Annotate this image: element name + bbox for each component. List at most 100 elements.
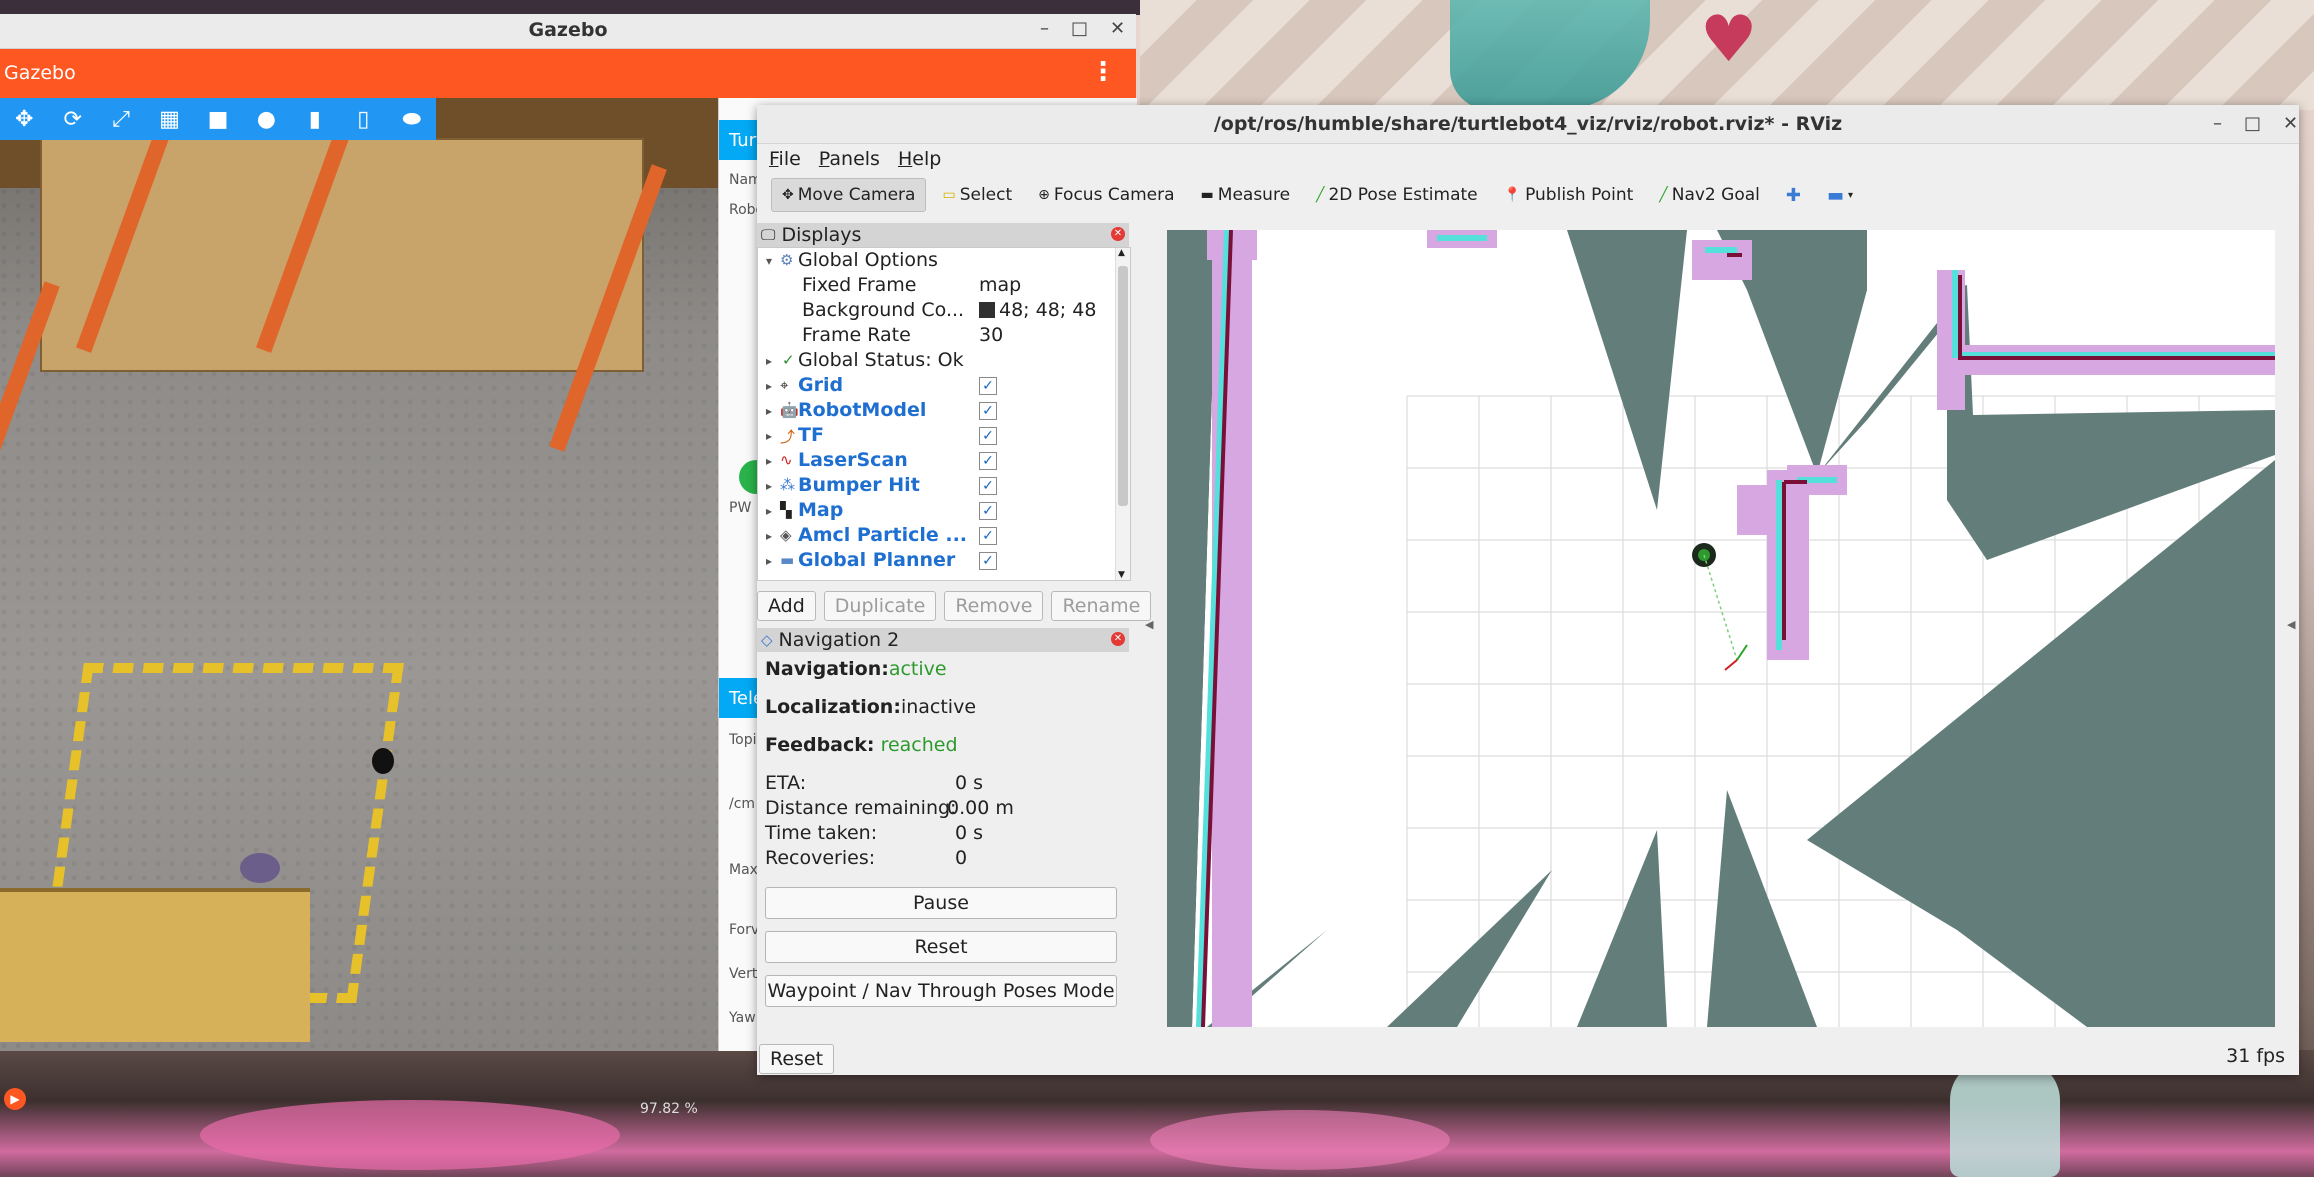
expand-arrow-icon[interactable]: ▸: [766, 529, 772, 543]
rviz-titlebar[interactable]: /opt/ros/humble/share/turtlebot4_viz/rvi…: [757, 105, 2299, 144]
robot-model-icon: 🤖: [780, 401, 799, 419]
display-checkbox[interactable]: ✓: [979, 477, 997, 495]
scale-icon[interactable]: ⤢: [97, 98, 145, 140]
close-icon[interactable]: ✕: [1110, 18, 1125, 39]
tree-row-frame-rate[interactable]: Frame Rate 30: [758, 324, 1118, 349]
tool-select[interactable]: ▭ Select: [932, 179, 1022, 211]
tool-2d-pose-estimate[interactable]: ╱ 2D Pose Estimate: [1306, 179, 1488, 211]
tree-row-background-color[interactable]: Background Co... 48; 48; 48: [758, 299, 1118, 324]
display-checkbox[interactable]: ✓: [979, 552, 997, 570]
expand-arrow-icon[interactable]: ▸: [766, 504, 772, 518]
expand-arrow-icon[interactable]: ▸: [766, 379, 772, 393]
expand-arrow-icon[interactable]: ▸: [766, 404, 772, 418]
remove-tool-button[interactable]: ▬ ▾: [1817, 179, 1863, 212]
tree-row-tf[interactable]: ▸ ⤴ TF ✓: [758, 424, 1118, 449]
maximize-icon[interactable]: □: [1071, 18, 1088, 39]
reset-button[interactable]: Reset: [759, 1044, 835, 1074]
displays-scrollbar[interactable]: ▲ ▼: [1115, 248, 1130, 580]
minimize-icon[interactable]: –: [1040, 18, 1049, 39]
monitor-icon: 🖵: [761, 226, 776, 244]
add-tool-button[interactable]: ✚: [1776, 179, 1811, 212]
maximize-icon[interactable]: □: [2244, 113, 2261, 134]
tree-row-grid[interactable]: ▸ ⌖ Grid ✓: [758, 374, 1118, 399]
display-checkbox[interactable]: ✓: [979, 377, 997, 395]
tool-focus-camera[interactable]: ⊕ Focus Camera: [1028, 179, 1184, 211]
sphere-icon[interactable]: ●: [242, 98, 290, 140]
grid-icon[interactable]: ▦: [145, 98, 193, 140]
focus-camera-icon: ⊕: [1038, 187, 1050, 203]
cylinder-icon[interactable]: ▮: [291, 98, 339, 140]
box-icon[interactable]: ■: [194, 98, 242, 140]
scroll-down-icon[interactable]: ▼: [1118, 570, 1125, 580]
waypoint-mode-button[interactable]: Waypoint / Nav Through Poses Mode: [765, 975, 1117, 1007]
tree-row-robot-model[interactable]: ▸ 🤖 RobotModel ✓: [758, 399, 1118, 424]
expand-arrow-icon[interactable]: ▸: [766, 354, 772, 368]
translate-icon[interactable]: ✥: [0, 98, 48, 140]
reset-nav-button[interactable]: Reset: [765, 931, 1117, 963]
menu-help[interactable]: Help: [898, 148, 941, 170]
property-value[interactable]: map: [979, 274, 1021, 296]
tf-icon: ⤴: [780, 428, 796, 446]
status-value: active: [888, 658, 947, 680]
tool-publish-point[interactable]: 📍 Publish Point: [1494, 179, 1644, 211]
menu-panels[interactable]: Panels: [819, 148, 880, 170]
turtlebot-model[interactable]: [240, 853, 280, 883]
duplicate-button[interactable]: Duplicate: [823, 591, 937, 621]
expand-arrow-icon[interactable]: ▸: [766, 454, 772, 468]
collapse-arrow-icon[interactable]: ▾: [766, 254, 772, 268]
display-checkbox[interactable]: ✓: [979, 427, 997, 445]
tree-row-global-status[interactable]: ▸ ✓ Global Status: Ok: [758, 349, 1118, 374]
scroll-up-icon[interactable]: ▲: [1118, 248, 1125, 258]
move-camera-icon: ✥: [782, 187, 794, 203]
gazebo-titlebar[interactable]: Gazebo – □ ✕: [0, 14, 1136, 49]
scrollbar-thumb[interactable]: [1118, 266, 1128, 506]
localization-status: Localization:inactive: [765, 696, 976, 718]
more-menu-icon[interactable]: ⋮: [1090, 57, 1116, 87]
menu-bar: File Panels Help: [757, 144, 2299, 174]
ellipsoid-icon[interactable]: ⬬: [388, 98, 436, 140]
menu-file[interactable]: File: [769, 148, 801, 170]
shelf-beam: [0, 281, 60, 475]
display-label: LaserScan: [798, 449, 908, 471]
expand-arrow-icon[interactable]: ▸: [766, 429, 772, 443]
close-icon[interactable]: ✕: [2283, 113, 2298, 134]
tool-measure[interactable]: ▬ Measure: [1191, 179, 1300, 211]
tree-row-laser-scan[interactable]: ▸ ∿ LaserScan ✓: [758, 449, 1118, 474]
gazebo-3d-scene[interactable]: ▶ 97.82 %: [0, 98, 718, 1117]
expand-arrow-icon[interactable]: ▸: [766, 554, 772, 568]
play-icon[interactable]: ▶: [4, 1088, 26, 1110]
tool-move-camera[interactable]: ✥ Move Camera: [771, 178, 927, 212]
tree-row-global-options[interactable]: ▾ ⚙ Global Options: [758, 249, 1118, 274]
displays-tree[interactable]: ▾ ⚙ Global Options Fixed Frame map Backg…: [757, 247, 1131, 581]
rename-button[interactable]: Rename: [1051, 591, 1152, 621]
display-checkbox[interactable]: ✓: [979, 452, 997, 470]
wallpaper-figure: [1950, 1060, 2060, 1177]
measure-icon: ▬: [1200, 187, 1214, 203]
add-button[interactable]: Add: [757, 591, 816, 621]
display-checkbox[interactable]: ✓: [979, 402, 997, 420]
side-label: Yaw: [729, 1010, 756, 1026]
tree-row-fixed-frame[interactable]: Fixed Frame map: [758, 274, 1118, 299]
property-value[interactable]: 30: [979, 324, 1003, 346]
minimize-icon[interactable]: –: [2213, 113, 2222, 134]
collapse-left-icon[interactable]: ◀: [1145, 618, 1153, 631]
render-viewport[interactable]: [1167, 230, 2275, 1027]
close-icon[interactable]: ✕: [1111, 227, 1125, 241]
time-value: 0 s: [955, 822, 984, 844]
display-checkbox[interactable]: ✓: [979, 527, 997, 545]
tree-row-map[interactable]: ▸ ▚ Map ✓: [758, 499, 1118, 524]
tool-nav2-goal[interactable]: ╱ Nav2 Goal: [1649, 179, 1770, 211]
display-checkbox[interactable]: ✓: [979, 502, 997, 520]
tree-row-bumper-hit[interactable]: ▸ ⁂ Bumper Hit ✓: [758, 474, 1118, 499]
remove-button[interactable]: Remove: [944, 591, 1044, 621]
tree-row-global-planner[interactable]: ▸ ▬ Global Planner ✓: [758, 549, 1118, 574]
pause-button[interactable]: Pause: [765, 887, 1117, 919]
rotate-icon[interactable]: ⟳: [48, 98, 96, 140]
display-label: Grid: [798, 374, 844, 396]
close-icon[interactable]: ✕: [1111, 632, 1125, 646]
tree-row-amcl[interactable]: ▸ ◈ Amcl Particle ... ✓: [758, 524, 1118, 549]
property-value[interactable]: 48; 48; 48: [979, 299, 1096, 321]
collapse-right-icon[interactable]: ◀: [2287, 618, 2295, 631]
expand-arrow-icon[interactable]: ▸: [766, 479, 772, 493]
capsule-icon[interactable]: ▯: [339, 98, 387, 140]
